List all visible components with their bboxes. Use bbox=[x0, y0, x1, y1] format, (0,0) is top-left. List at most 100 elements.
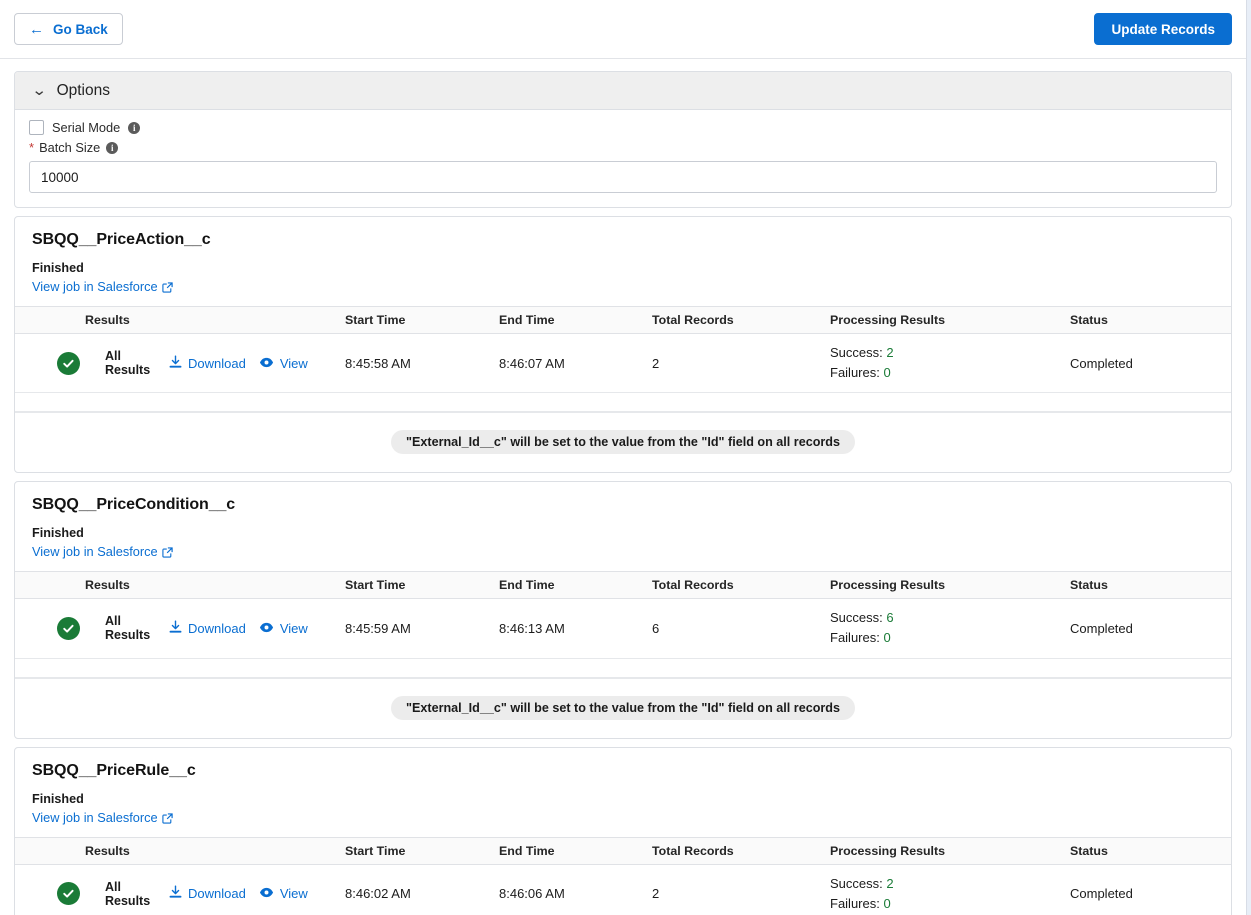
view-results-link[interactable]: View bbox=[259, 886, 308, 901]
external-link-icon bbox=[162, 546, 173, 558]
update-records-button[interactable]: Update Records bbox=[1094, 13, 1232, 45]
all-results-label: All Results bbox=[105, 614, 151, 643]
job-state: Finished bbox=[32, 261, 84, 275]
row-start-time: 8:45:58 AM bbox=[345, 333, 499, 394]
col-processing-results: Processing Results bbox=[830, 571, 1070, 600]
col-total-records: Total Records bbox=[652, 306, 830, 334]
external-id-note: "External_Id__c" will be set to the valu… bbox=[391, 430, 855, 455]
row-status: Completed bbox=[1070, 598, 1231, 659]
object-card-2: SBQQ__PriceRule__c Finished View job in … bbox=[14, 746, 1232, 915]
object-header: SBQQ__PriceRule__c Finished View job in … bbox=[15, 748, 1231, 837]
job-results-table: Results Start Time End Time Total Record… bbox=[15, 571, 1231, 678]
external-link-icon bbox=[162, 281, 173, 293]
options-header-toggle[interactable]: ⌄ Options bbox=[15, 72, 1231, 110]
col-status: Status bbox=[1070, 836, 1231, 865]
col-status: Status bbox=[1070, 306, 1231, 334]
content-area: ⌄ Options Serial Mode i * Batch Size i 1… bbox=[0, 59, 1246, 915]
failures-count: 0 bbox=[883, 630, 891, 646]
failures-prefix: Failures: bbox=[830, 365, 884, 381]
download-icon bbox=[169, 885, 182, 902]
options-card: ⌄ Options Serial Mode i * Batch Size i bbox=[14, 71, 1232, 208]
row-end-time: 8:46:13 AM bbox=[499, 598, 652, 659]
batch-size-input[interactable] bbox=[29, 161, 1217, 193]
download-results-link[interactable]: Download bbox=[169, 885, 246, 902]
external-id-note-row: "External_Id__c" will be set to the valu… bbox=[15, 412, 1231, 472]
failures-prefix: Failures: bbox=[830, 895, 884, 911]
view-job-label: View job in Salesforce bbox=[32, 279, 158, 294]
success-check-icon bbox=[57, 616, 80, 640]
row-end-time: 8:46:07 AM bbox=[499, 333, 652, 394]
view-job-in-salesforce-link[interactable]: View job in Salesforce bbox=[32, 544, 173, 559]
col-processing-results: Processing Results bbox=[830, 306, 1070, 334]
row-status-icon-cell bbox=[15, 864, 85, 915]
object-title: SBQQ__PriceCondition__c bbox=[32, 496, 236, 514]
external-link-icon bbox=[162, 812, 173, 824]
row-results-cell: All Results Download View bbox=[85, 598, 345, 659]
arrow-left-icon: ← bbox=[29, 20, 44, 38]
success-check-icon bbox=[57, 882, 80, 906]
row-status: Completed bbox=[1070, 333, 1231, 394]
row-total-records: 6 bbox=[652, 598, 830, 659]
failures-line: Failures: 0 bbox=[830, 894, 1070, 914]
failures-prefix: Failures: bbox=[830, 630, 884, 646]
download-results-link[interactable]: Download bbox=[169, 620, 246, 637]
download-icon bbox=[169, 355, 182, 372]
table-row: All Results bbox=[15, 864, 1231, 915]
success-count: 2 bbox=[886, 345, 894, 360]
job-state: Finished bbox=[32, 526, 84, 541]
spacer-cell bbox=[15, 392, 1231, 413]
col-total-records: Total Records bbox=[652, 836, 830, 865]
serial-mode-checkbox[interactable] bbox=[29, 120, 44, 135]
object-card-1: SBQQ__PriceCondition__c Finished View jo… bbox=[14, 481, 1232, 739]
job-results-table: Results Start Time End Time Total Record… bbox=[15, 836, 1231, 915]
serial-mode-info-icon[interactable]: i bbox=[128, 121, 141, 134]
object-card-0: SBQQ__PriceAction__c Finished View job i… bbox=[14, 216, 1232, 474]
batch-size-info-icon[interactable]: i bbox=[106, 141, 119, 154]
job-results-table: Results Start Time End Time Total Record… bbox=[15, 306, 1231, 413]
external-id-note: "External_Id__c" will be set to the valu… bbox=[391, 695, 855, 720]
download-label: Download bbox=[188, 886, 246, 902]
success-prefix: Success: bbox=[830, 610, 887, 626]
spacer-row bbox=[15, 658, 1231, 678]
download-label: Download bbox=[188, 355, 246, 371]
failures-count: 0 bbox=[883, 365, 891, 381]
success-count: 6 bbox=[886, 610, 894, 626]
go-back-label: Go Back bbox=[53, 21, 108, 37]
view-job-in-salesforce-link[interactable]: View job in Salesforce bbox=[32, 810, 173, 825]
view-label: View bbox=[279, 886, 308, 902]
batch-size-row: * Batch Size i bbox=[29, 140, 1217, 155]
col-start-time: Start Time bbox=[345, 306, 499, 334]
view-job-label: View job in Salesforce bbox=[32, 544, 158, 560]
external-id-note-row: "External_Id__c" will be set to the valu… bbox=[15, 677, 1231, 738]
chevron-down-icon: ⌄ bbox=[31, 82, 48, 99]
view-job-in-salesforce-link[interactable]: View job in Salesforce bbox=[32, 279, 173, 294]
serial-mode-row: Serial Mode i bbox=[29, 120, 1217, 135]
col-status: Status bbox=[1070, 571, 1231, 600]
view-label: View bbox=[279, 620, 308, 636]
success-line: Success: 2 bbox=[830, 874, 1070, 894]
download-label: Download bbox=[188, 620, 246, 636]
job-state: Finished bbox=[32, 791, 84, 806]
row-total-records: 2 bbox=[652, 864, 830, 915]
options-body: Serial Mode i * Batch Size i bbox=[15, 110, 1231, 207]
row-status-icon-cell bbox=[15, 598, 85, 659]
download-results-link[interactable]: Download bbox=[169, 355, 246, 372]
col-end-time: End Time bbox=[499, 836, 652, 865]
object-title: SBQQ__PriceAction__c bbox=[32, 231, 211, 248]
view-results-link[interactable]: View bbox=[259, 621, 308, 636]
go-back-button[interactable]: ← Go Back bbox=[14, 13, 123, 45]
col-results: Results bbox=[85, 306, 345, 334]
all-results-label: All Results bbox=[105, 349, 151, 378]
serial-mode-label: Serial Mode bbox=[52, 120, 121, 135]
col-status-icon bbox=[15, 306, 85, 334]
eye-icon bbox=[259, 621, 274, 636]
row-start-time: 8:46:02 AM bbox=[345, 864, 499, 915]
eye-icon bbox=[259, 886, 274, 901]
required-marker: * bbox=[29, 140, 35, 155]
table-row: All Results bbox=[15, 598, 1231, 659]
view-label: View bbox=[279, 355, 308, 371]
table-header-row: Results Start Time End Time Total Record… bbox=[15, 306, 1231, 334]
page-root: ← Go Back Update Records ⌄ Options Seria… bbox=[0, 0, 1247, 915]
options-title: Options bbox=[56, 81, 110, 99]
view-results-link[interactable]: View bbox=[259, 356, 308, 371]
